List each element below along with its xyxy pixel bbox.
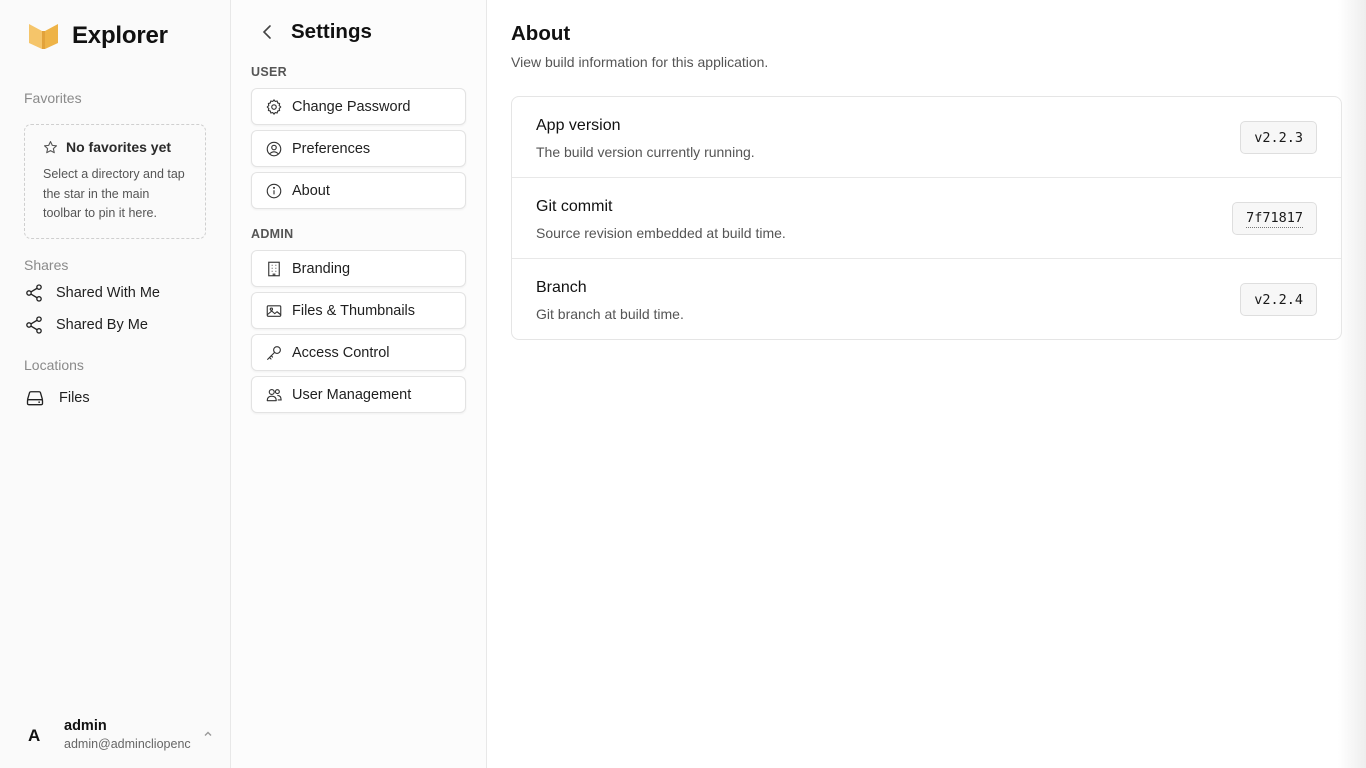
favorites-label: Favorites — [24, 90, 82, 106]
nav-shared-with-me-label: Shared With Me — [56, 285, 160, 301]
git-commit-value[interactable]: 7f71817 — [1232, 202, 1317, 235]
info-desc: Git branch at build time. — [536, 306, 684, 322]
key-icon — [267, 345, 281, 360]
avatar: A — [28, 726, 41, 745]
brand[interactable]: Explorer — [28, 22, 168, 50]
share-icon — [26, 284, 42, 302]
info-desc: The build version currently running. — [536, 144, 755, 160]
nav-shared-with-me[interactable]: Shared With Me — [24, 283, 160, 303]
users-icon — [266, 388, 282, 401]
settings-title: Settings — [291, 20, 372, 43]
settings-item-label: Access Control — [292, 344, 390, 361]
star-icon — [44, 140, 57, 153]
main-content: About View build information for this ap… — [487, 0, 1366, 768]
page-subtitle: View build information for this applicat… — [511, 54, 769, 70]
edge-shadow — [1338, 0, 1366, 768]
user-email: admin@admincliopencloud — [64, 737, 191, 751]
settings-item-files-thumbnails[interactable]: Files & Thumbnails — [251, 292, 466, 329]
app-logo-icon — [29, 24, 58, 49]
chevron-up-icon — [204, 731, 212, 736]
build-info-card: App version The build version currently … — [511, 96, 1342, 340]
user-name: admin — [64, 718, 107, 734]
settings-nav: Settings USER Change Password Preference… — [231, 0, 487, 768]
settings-item-access-control[interactable]: Access Control — [251, 334, 466, 371]
building-icon — [268, 261, 280, 276]
favorites-empty-state: No favorites yet Select a directory and … — [24, 124, 206, 239]
share-icon — [26, 316, 42, 334]
user-circle-icon — [266, 141, 282, 156]
group-label-admin: ADMIN — [251, 227, 294, 241]
shares-label: Shares — [24, 257, 69, 273]
branch-value: v2.2.4 — [1240, 283, 1317, 316]
info-row-branch: Branch Git branch at build time. v2.2.4 — [512, 259, 1341, 339]
nav-shared-by-me[interactable]: Shared By Me — [24, 315, 148, 335]
favorites-empty-title: No favorites yet — [66, 139, 172, 155]
group-label-user: USER — [251, 65, 287, 79]
info-row-app-version: App version The build version currently … — [512, 97, 1341, 178]
settings-item-label: Change Password — [292, 98, 411, 115]
info-row-git-commit: Git commit Source revision embedded at b… — [512, 178, 1341, 259]
nav-shared-by-me-label: Shared By Me — [56, 317, 148, 333]
git-commit-text: 7f71817 — [1246, 209, 1303, 228]
settings-item-change-password[interactable]: Change Password — [251, 88, 466, 125]
settings-item-user-management[interactable]: User Management — [251, 376, 466, 413]
info-icon — [266, 183, 282, 198]
sidebar: Explorer Favorites No favorites yet Sele… — [0, 0, 231, 768]
nav-files[interactable]: Files — [24, 388, 90, 408]
settings-item-about[interactable]: About — [251, 172, 466, 209]
favorites-empty-desc: Select a directory and tap the star in t… — [43, 167, 185, 220]
settings-item-label: Files & Thumbnails — [292, 302, 416, 319]
image-icon — [266, 304, 282, 317]
settings-item-label: Branding — [292, 260, 351, 277]
settings-item-label: User Management — [292, 386, 412, 403]
back-arrow-icon[interactable] — [259, 23, 277, 41]
page-title: About — [511, 22, 571, 45]
settings-item-label: Preferences — [292, 140, 371, 157]
nav-files-label: Files — [59, 390, 90, 406]
gear-icon — [266, 98, 282, 115]
settings-item-preferences[interactable]: Preferences — [251, 130, 466, 167]
settings-item-branding[interactable]: Branding — [251, 250, 466, 287]
app-name: Explorer — [72, 22, 168, 49]
user-menu[interactable]: A admin admin@admincliopencloud — [0, 712, 230, 760]
info-label: App version — [536, 117, 621, 134]
settings-item-label: About — [292, 182, 330, 199]
info-label: Branch — [536, 279, 587, 296]
app-version-value: v2.2.3 — [1240, 121, 1317, 154]
drive-icon — [26, 391, 44, 406]
locations-label: Locations — [24, 357, 84, 373]
info-label: Git commit — [536, 198, 613, 215]
info-desc: Source revision embedded at build time. — [536, 225, 786, 241]
